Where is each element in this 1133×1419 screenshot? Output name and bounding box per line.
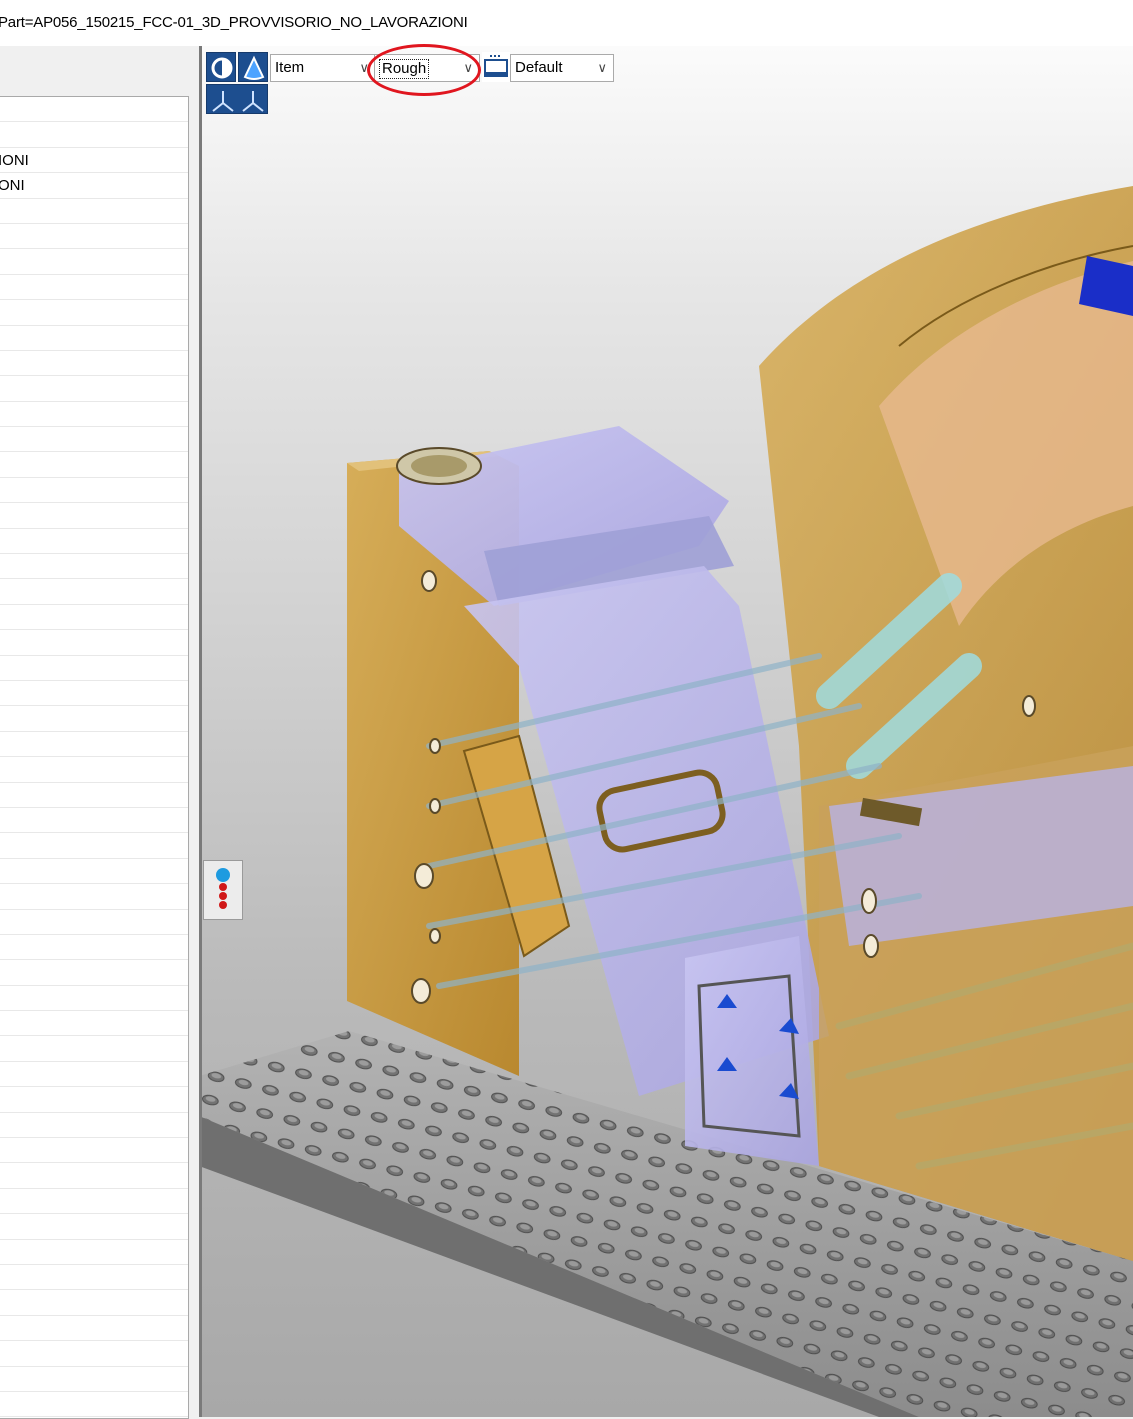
tree-row[interactable] bbox=[0, 554, 188, 580]
window-title: Part=AP056_150215_FCC-01_3D_PROVVISORIO_… bbox=[0, 14, 468, 31]
viewport-border bbox=[199, 46, 202, 1417]
tree-row[interactable] bbox=[0, 1341, 188, 1367]
tree-list[interactable]: IONI ONI bbox=[0, 96, 189, 1419]
tree-row[interactable] bbox=[0, 833, 188, 859]
tree-row[interactable] bbox=[0, 706, 188, 732]
tree-row[interactable] bbox=[0, 376, 188, 402]
tree-row[interactable] bbox=[0, 681, 188, 707]
tree-row[interactable] bbox=[0, 1214, 188, 1240]
tree-row[interactable] bbox=[0, 351, 188, 377]
style-dropdown-value: Default bbox=[515, 59, 563, 76]
tree-row[interactable] bbox=[0, 808, 188, 834]
tree-row[interactable] bbox=[0, 732, 188, 758]
tree-row[interactable] bbox=[0, 326, 188, 351]
circle-half-icon[interactable] bbox=[206, 52, 236, 82]
tree-row[interactable] bbox=[0, 402, 188, 428]
tree-row[interactable] bbox=[0, 1163, 188, 1189]
style-dropdown[interactable]: Default ∨ bbox=[510, 54, 614, 82]
tree-row[interactable] bbox=[0, 199, 188, 224]
tree-row[interactable]: IONI bbox=[0, 148, 188, 174]
tree-row[interactable] bbox=[0, 1087, 188, 1113]
cad-model-render bbox=[199, 186, 1133, 1417]
3d-viewport[interactable] bbox=[199, 46, 1133, 1417]
display-settings-icon[interactable] bbox=[482, 52, 510, 82]
tree-row[interactable] bbox=[0, 224, 188, 250]
tree-row[interactable] bbox=[0, 529, 188, 555]
tree-row[interactable] bbox=[0, 1062, 188, 1088]
tree-row[interactable] bbox=[0, 757, 188, 783]
tree-row[interactable] bbox=[0, 884, 188, 910]
tree-row[interactable] bbox=[0, 1138, 188, 1164]
tree-row[interactable] bbox=[0, 300, 188, 326]
tree-row[interactable] bbox=[0, 122, 188, 148]
chevron-down-icon: ∨ bbox=[597, 60, 607, 75]
tree-row-label: IONI bbox=[0, 151, 29, 169]
tree-row[interactable] bbox=[0, 986, 188, 1012]
tree-row[interactable] bbox=[0, 452, 188, 478]
tree-row[interactable] bbox=[0, 275, 188, 301]
tree-row[interactable] bbox=[0, 656, 188, 681]
tree-row[interactable] bbox=[0, 935, 188, 961]
tree-row-label: ONI bbox=[0, 177, 25, 195]
title-bar: Part=AP056_150215_FCC-01_3D_PROVVISORIO_… bbox=[0, 0, 1133, 46]
tree-row[interactable] bbox=[0, 478, 188, 504]
tree-row[interactable] bbox=[0, 1011, 188, 1037]
tree-row[interactable] bbox=[0, 579, 188, 605]
tree-row[interactable] bbox=[0, 1316, 188, 1342]
tree-row[interactable] bbox=[0, 427, 188, 453]
tree-row[interactable] bbox=[0, 1265, 188, 1291]
tree-row[interactable]: ONI bbox=[0, 173, 188, 199]
tree-panel: IONI ONI bbox=[0, 46, 199, 1419]
tree-row[interactable] bbox=[0, 503, 188, 529]
highlight-ellipse bbox=[367, 44, 481, 96]
triangle-cone-icon[interactable] bbox=[238, 52, 268, 82]
tree-row[interactable] bbox=[0, 97, 188, 123]
scope-dropdown-value: Item bbox=[275, 59, 305, 76]
tree-row[interactable] bbox=[0, 1113, 188, 1139]
tree-row[interactable] bbox=[0, 1189, 188, 1215]
tree-row[interactable] bbox=[0, 1036, 188, 1062]
tree-row[interactable] bbox=[0, 1367, 188, 1392]
tree-row[interactable] bbox=[0, 605, 188, 631]
scope-dropdown[interactable]: Item ∨ bbox=[270, 54, 376, 82]
tree-row[interactable] bbox=[0, 1290, 188, 1316]
axes-icon[interactable] bbox=[206, 84, 268, 114]
tree-row[interactable] bbox=[0, 630, 188, 656]
tree-row[interactable] bbox=[0, 249, 188, 275]
tree-row[interactable] bbox=[0, 1240, 188, 1265]
tree-row[interactable] bbox=[0, 910, 188, 935]
tree-row[interactable] bbox=[0, 783, 188, 808]
tree-row[interactable] bbox=[0, 1392, 188, 1418]
tree-row[interactable] bbox=[0, 859, 188, 885]
tree-row[interactable] bbox=[0, 960, 188, 986]
view-orientation-widget[interactable] bbox=[203, 860, 243, 920]
